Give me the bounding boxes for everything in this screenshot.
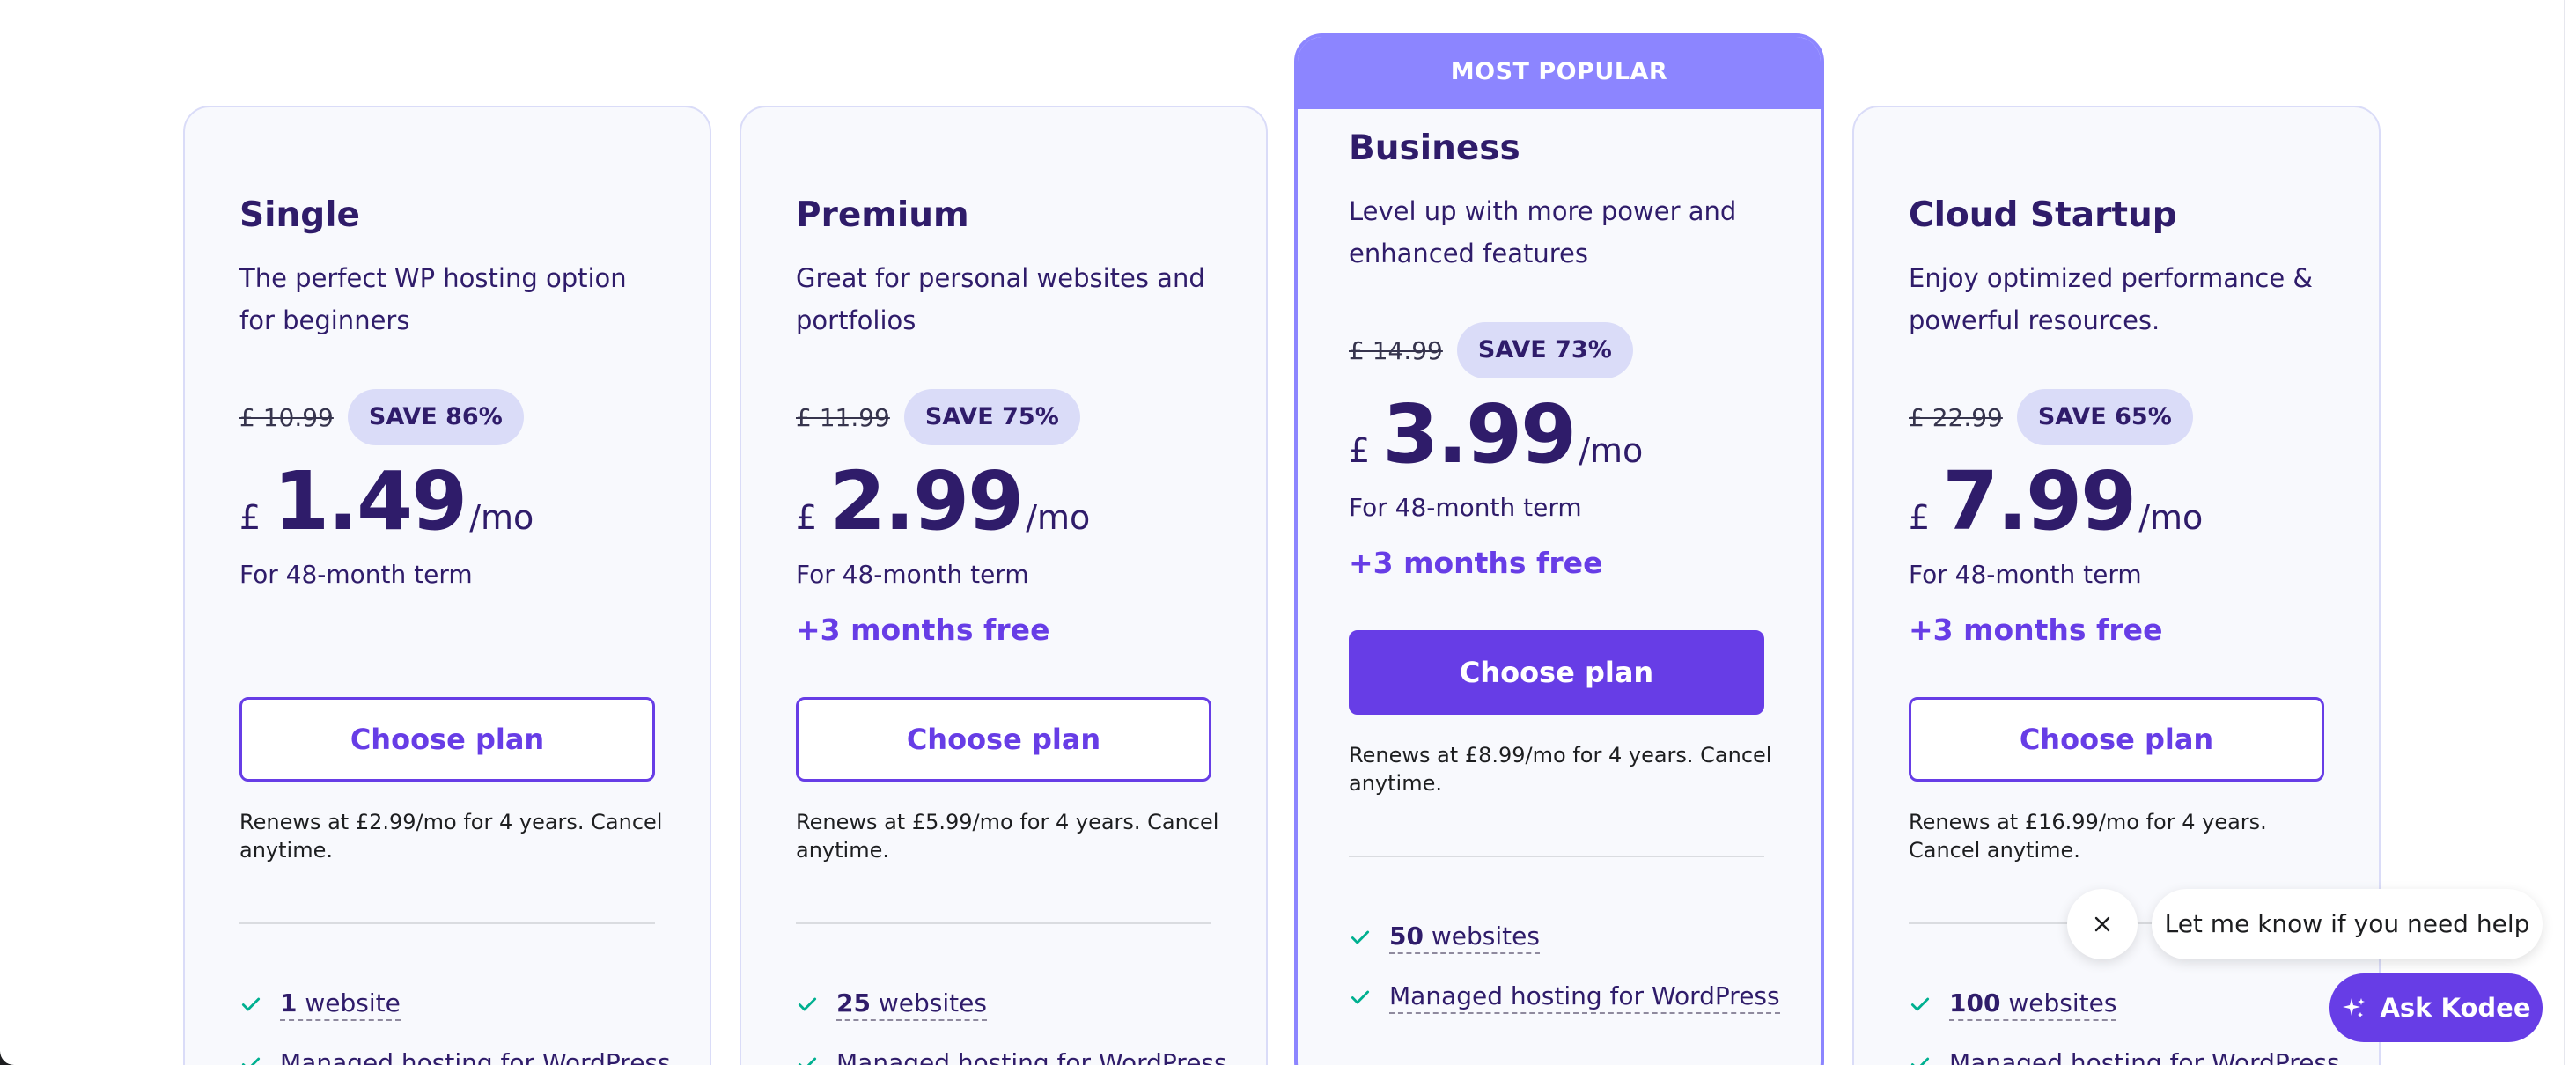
renew-text: Renews at £5.99/mo for 4 years. Cancel a… bbox=[796, 810, 1219, 863]
feature-item: Managed hosting for WordPress bbox=[1349, 981, 1780, 1014]
currency-symbol: £ bbox=[1909, 498, 1931, 537]
discount-row: £ 11.99 SAVE 75% bbox=[796, 389, 1080, 445]
currency-symbol: £ bbox=[796, 498, 818, 537]
window-corner bbox=[0, 1051, 14, 1065]
feature-websites[interactable]: 25 websites bbox=[836, 988, 987, 1021]
chat-close-button[interactable] bbox=[2067, 889, 2138, 959]
plan-name: Single bbox=[239, 195, 360, 235]
save-badge: SAVE 73% bbox=[1456, 322, 1633, 378]
old-price: £ 11.99 bbox=[796, 402, 890, 432]
feature-managed-hosting[interactable]: Managed hosting for WordPress bbox=[836, 1047, 1227, 1065]
plan-description: Level up with more power and enhanced fe… bbox=[1349, 196, 1737, 268]
discount-row: £ 10.99 SAVE 86% bbox=[239, 389, 524, 445]
divider bbox=[796, 922, 1211, 924]
free-months: +3 months free bbox=[796, 613, 1050, 647]
feature-item: 100 websites bbox=[1909, 988, 2117, 1021]
feature-websites[interactable]: 100 websites bbox=[1949, 988, 2117, 1021]
free-months: +3 months free bbox=[1349, 546, 1603, 580]
renew-text: Renews at £2.99/mo for 4 years. Cancel a… bbox=[239, 810, 663, 863]
term-text: For 48-month term bbox=[1909, 560, 2142, 589]
feature-websites[interactable]: 50 websites bbox=[1389, 921, 1540, 954]
check-icon bbox=[1351, 930, 1370, 944]
price: £ 7.99 /mo bbox=[1909, 454, 2203, 548]
term-text: For 48-month term bbox=[796, 560, 1029, 589]
divider bbox=[239, 922, 655, 924]
plan-name: Cloud Startup bbox=[1909, 195, 2177, 235]
ask-kodee-button[interactable]: Ask Kodee bbox=[2329, 973, 2543, 1042]
feature-item: 1 website bbox=[239, 988, 401, 1021]
feature-managed-hosting[interactable]: Managed hosting for WordPress bbox=[1389, 981, 1780, 1014]
price-period: /mo bbox=[1026, 498, 1091, 537]
renew-text: Renews at £16.99/mo for 4 years. Cancel … bbox=[1909, 810, 2267, 863]
discount-row: £ 22.99 SAVE 65% bbox=[1909, 389, 2193, 445]
feature-item: 50 websites bbox=[1349, 921, 1540, 954]
renew-text: Renews at £8.99/mo for 4 years. Cancel a… bbox=[1349, 743, 1772, 796]
choose-plan-button[interactable]: Choose plan bbox=[239, 697, 655, 782]
most-popular-banner: MOST POPULAR bbox=[1298, 37, 1821, 109]
check-icon bbox=[798, 1057, 817, 1065]
close-icon bbox=[2094, 916, 2110, 932]
plan-name: Business bbox=[1349, 129, 1520, 168]
ask-kodee-label: Ask Kodee bbox=[2380, 993, 2531, 1023]
old-price: £ 22.99 bbox=[1909, 402, 2003, 432]
scrollbar-track[interactable] bbox=[2564, 0, 2576, 1065]
choose-plan-button[interactable]: Choose plan bbox=[1349, 630, 1764, 715]
save-badge: SAVE 65% bbox=[2016, 389, 2193, 445]
feature-item: Managed hosting for WordPress bbox=[1909, 1047, 2340, 1065]
divider bbox=[1349, 856, 1764, 857]
old-price: £ 14.99 bbox=[1349, 335, 1443, 365]
plan-description: The perfect WP hosting option for beginn… bbox=[239, 263, 627, 335]
feature-websites[interactable]: 1 website bbox=[280, 988, 401, 1021]
plan-description: Great for personal websites and portfoli… bbox=[796, 263, 1205, 335]
price: £ 3.99 /mo bbox=[1349, 387, 1643, 481]
discount-row: £ 14.99 SAVE 73% bbox=[1349, 322, 1633, 378]
currency-symbol: £ bbox=[239, 498, 261, 537]
currency-symbol: £ bbox=[1349, 431, 1371, 470]
sparkle-icon bbox=[2343, 998, 2366, 1017]
check-icon bbox=[241, 1057, 261, 1065]
old-price: £ 10.99 bbox=[239, 402, 334, 432]
check-icon bbox=[241, 997, 261, 1011]
save-badge: SAVE 86% bbox=[347, 389, 524, 445]
feature-item: Managed hosting for WordPress bbox=[239, 1047, 671, 1065]
feature-item: Managed hosting for WordPress bbox=[796, 1047, 1227, 1065]
price: £ 1.49 /mo bbox=[239, 454, 534, 548]
price-amount: 2.99 bbox=[829, 454, 1024, 548]
price-amount: 1.49 bbox=[273, 454, 467, 548]
plan-card-premium: Premium Great for personal websites and … bbox=[740, 106, 1268, 1065]
plan-name: Premium bbox=[796, 195, 969, 235]
check-icon bbox=[1910, 1057, 1930, 1065]
plan-card-business: MOST POPULAR Business Level up with more… bbox=[1294, 33, 1824, 1065]
price-amount: 7.99 bbox=[1942, 454, 2137, 548]
term-text: For 48-month term bbox=[239, 560, 473, 589]
choose-plan-button[interactable]: Choose plan bbox=[1909, 697, 2324, 782]
check-icon bbox=[1910, 997, 1930, 1011]
feature-managed-hosting[interactable]: Managed hosting for WordPress bbox=[1949, 1047, 2340, 1065]
price-period: /mo bbox=[2138, 498, 2204, 537]
feature-item: 25 websites bbox=[796, 988, 987, 1021]
chat-help-message[interactable]: Let me know if you need help bbox=[2152, 889, 2543, 959]
plan-description: Enjoy optimized performance & powerful r… bbox=[1909, 263, 2314, 335]
term-text: For 48-month term bbox=[1349, 493, 1582, 522]
check-icon bbox=[1351, 990, 1370, 1004]
choose-plan-button[interactable]: Choose plan bbox=[796, 697, 1211, 782]
price-period: /mo bbox=[1579, 431, 1644, 470]
feature-managed-hosting[interactable]: Managed hosting for WordPress bbox=[280, 1047, 671, 1065]
price-amount: 3.99 bbox=[1382, 387, 1577, 481]
save-badge: SAVE 75% bbox=[903, 389, 1080, 445]
price: £ 2.99 /mo bbox=[796, 454, 1090, 548]
price-period: /mo bbox=[469, 498, 534, 537]
free-months: +3 months free bbox=[1909, 613, 2163, 647]
check-icon bbox=[798, 997, 817, 1011]
plan-card-single: Single The perfect WP hosting option for… bbox=[183, 106, 711, 1065]
